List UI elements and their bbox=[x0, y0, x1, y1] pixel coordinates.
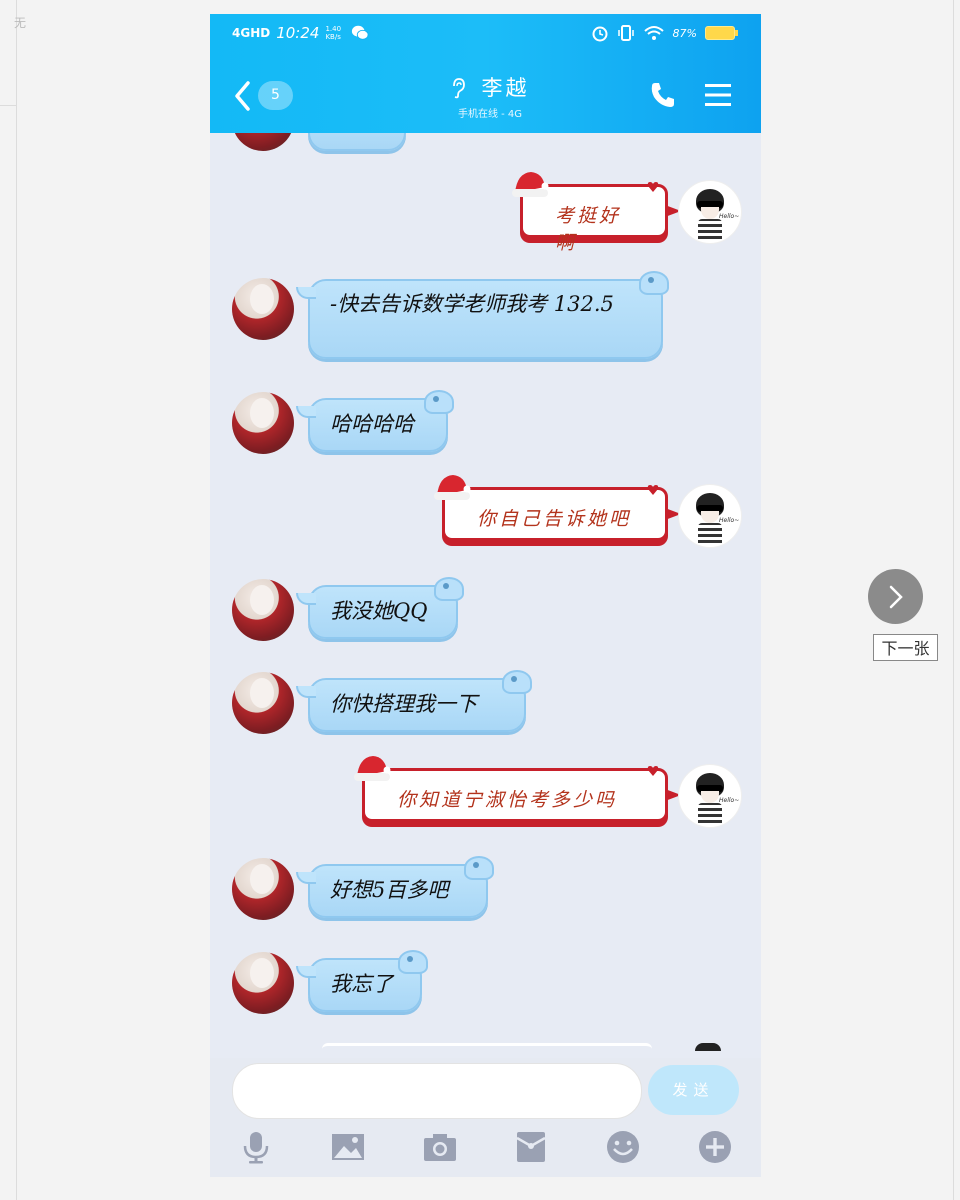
santa-hat-icon bbox=[512, 172, 549, 197]
status-time: 10:24 bbox=[276, 24, 320, 42]
message-bubble-received[interactable]: 你快搭理我一下 bbox=[296, 670, 532, 732]
santa-hat-icon bbox=[354, 756, 391, 781]
contact-avatar[interactable] bbox=[232, 133, 294, 151]
composer-bar: 发送 bbox=[210, 1058, 761, 1177]
send-button[interactable]: 发送 bbox=[648, 1065, 739, 1115]
message-bubble-sent[interactable]: 你自己告诉她吧 bbox=[434, 475, 681, 541]
message-input[interactable] bbox=[232, 1063, 642, 1119]
contact-online-status: 手机在线 - 4G bbox=[457, 109, 523, 120]
earpiece-mode-icon bbox=[453, 78, 466, 99]
message-text: -快去告诉数学老师我考 132.5 bbox=[330, 292, 614, 316]
message-list[interactable]: 考挺好啊 Hello~ -快去告诉数学老师我考 132.5 哈哈哈哈 你自己告诉… bbox=[210, 133, 761, 1058]
message-text: 哈哈哈哈 bbox=[330, 412, 414, 436]
next-image-label[interactable]: 下一张 bbox=[873, 634, 938, 661]
menu-icon[interactable] bbox=[704, 82, 732, 108]
message-bubble-sent[interactable]: 考挺好啊 bbox=[512, 172, 681, 254]
message-bubble-partial bbox=[322, 1043, 652, 1054]
screenshot-phone: 4GHD 10:24 1.40 KB/s 87% 5 李越 手机在线 - 4G … bbox=[210, 14, 761, 1177]
unread-count-badge[interactable]: 5 bbox=[258, 81, 293, 110]
contact-avatar[interactable] bbox=[232, 952, 294, 1014]
message-bubble-partial bbox=[308, 133, 406, 151]
viewer-frame-left bbox=[16, 0, 17, 1200]
vibrate-icon bbox=[617, 25, 634, 41]
red-packet-icon[interactable] bbox=[513, 1129, 549, 1165]
chevron-right-icon bbox=[889, 585, 903, 609]
viewer-frame-line bbox=[0, 105, 16, 106]
message-text: 你快搭理我一下 bbox=[330, 692, 477, 716]
message-bubble-received[interactable]: 我没她QQ bbox=[296, 577, 464, 639]
my-avatar[interactable]: Hello~ bbox=[678, 764, 742, 828]
message-text: 你知道宁淑怡考多少吗 bbox=[397, 789, 618, 811]
heart-icon bbox=[647, 485, 659, 495]
contact-avatar[interactable] bbox=[232, 672, 294, 734]
battery-icon bbox=[705, 26, 738, 40]
status-bar-left: 4GHD 10:24 1.40 KB/s bbox=[232, 24, 369, 42]
voice-call-icon[interactable] bbox=[648, 80, 678, 110]
my-avatar[interactable]: Hello~ bbox=[678, 180, 742, 244]
status-bar-right: 87% bbox=[591, 24, 738, 42]
message-bubble-received[interactable]: -快去告诉数学老师我考 132.5 bbox=[296, 271, 669, 359]
network-indicator: 4GHD bbox=[232, 26, 271, 40]
emoji-icon[interactable] bbox=[605, 1129, 641, 1165]
my-avatar[interactable]: Hello~ bbox=[678, 484, 742, 548]
contact-title[interactable]: 李越 手机在线 - 4G bbox=[410, 72, 570, 120]
message-bubble-sent[interactable]: 你知道宁淑怡考多少吗 bbox=[354, 756, 681, 822]
message-text: 我忘了 bbox=[330, 972, 393, 996]
message-text: 你自己告诉她吧 bbox=[477, 508, 632, 530]
chat-header: 4GHD 10:24 1.40 KB/s 87% 5 李越 手机在线 - 4G bbox=[210, 14, 761, 133]
contact-avatar[interactable] bbox=[232, 858, 294, 920]
composer-toolbar bbox=[210, 1123, 761, 1171]
network-speed: 1.40 KB/s bbox=[325, 25, 342, 41]
contact-name: 李越 bbox=[481, 76, 530, 100]
wifi-icon bbox=[643, 26, 664, 40]
message-text: 我没她QQ bbox=[330, 599, 428, 623]
contact-avatar[interactable] bbox=[232, 579, 294, 641]
viewer-edge-text: 无 bbox=[14, 16, 27, 30]
message-bubble-received[interactable]: 哈哈哈哈 bbox=[296, 390, 454, 452]
contact-avatar[interactable] bbox=[232, 278, 294, 340]
heart-icon bbox=[647, 766, 659, 776]
message-text: 考挺好啊 bbox=[555, 205, 622, 254]
image-icon[interactable] bbox=[330, 1129, 366, 1165]
camera-icon[interactable] bbox=[422, 1129, 458, 1165]
message-bubble-received[interactable]: 好想5百多吧 bbox=[296, 856, 494, 918]
santa-hat-icon bbox=[434, 475, 471, 500]
back-icon[interactable] bbox=[232, 80, 252, 112]
wechat-notification-icon bbox=[352, 25, 369, 40]
next-image-button[interactable] bbox=[868, 569, 923, 624]
contact-avatar[interactable] bbox=[232, 392, 294, 454]
my-avatar-partial bbox=[695, 1043, 721, 1051]
microphone-icon[interactable] bbox=[238, 1129, 274, 1165]
message-bubble-received[interactable]: 我忘了 bbox=[296, 950, 428, 1012]
message-text: 好想5百多吧 bbox=[330, 878, 449, 902]
alarm-icon bbox=[592, 26, 608, 42]
plus-icon[interactable] bbox=[697, 1129, 733, 1165]
viewer-frame-right bbox=[953, 0, 954, 1200]
heart-icon bbox=[647, 182, 659, 192]
battery-percent: 87% bbox=[672, 26, 697, 40]
